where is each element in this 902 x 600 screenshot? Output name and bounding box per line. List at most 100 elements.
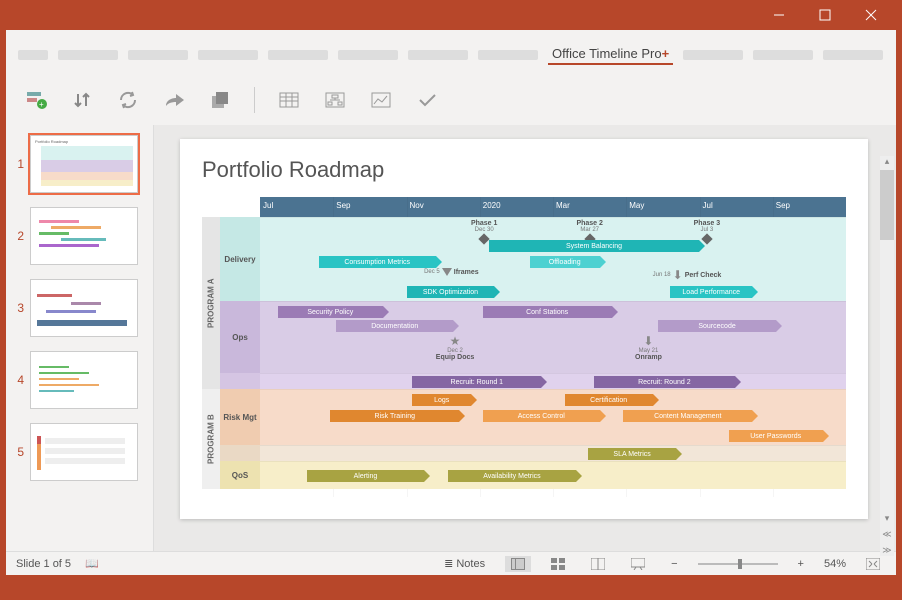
bar-cert: Certification [565, 394, 653, 406]
minimize-button[interactable] [756, 0, 802, 30]
roadmap-chart: PROGRAM A PROGRAM B Delivery Ops Risk Mg… [202, 197, 846, 497]
month-tick: Mar [553, 197, 626, 217]
slide-thumbnails-panel: 1 Portfolio Roadmap 2 3 [6, 125, 154, 551]
svg-text:+: + [39, 100, 44, 109]
program-a-label: PROGRAM A [202, 217, 220, 389]
chart-body: Jul Sep Nov 2020 Mar May Jul Sep [260, 197, 846, 497]
bar-sdk: SDK Optimization [407, 286, 495, 298]
bar-source: Sourcecode [658, 320, 775, 332]
milestone-equipdocs: ★ Dec 2 Equip Docs [436, 334, 475, 361]
slide-canvas[interactable]: Portfolio Roadmap PROGRAM A PROGRAM B De… [154, 125, 896, 551]
program-b-label: PROGRAM B [202, 389, 220, 489]
sync-icon[interactable] [116, 88, 140, 112]
view-slideshow-icon[interactable] [625, 556, 651, 572]
tab-placeholder[interactable] [268, 50, 328, 60]
vertical-scrollbar[interactable]: ▴ ▾ ≪ ≫ [880, 156, 894, 556]
toolbar-separator [254, 87, 255, 113]
close-button[interactable] [848, 0, 894, 30]
tab-office-timeline[interactable]: Office Timeline Pro+ [548, 44, 673, 65]
lane-risk: Logs Certification Risk Training Access … [260, 389, 846, 445]
lane-ops-label: Ops [220, 301, 260, 373]
view-reading-icon[interactable] [585, 556, 611, 572]
thumbnail-5[interactable]: 5 [12, 423, 147, 481]
bar-consumption: Consumption Metrics [319, 256, 436, 268]
thumb-preview [30, 351, 138, 409]
bar-recruit2: Recruit: Round 2 [594, 376, 735, 388]
share-icon[interactable] [162, 88, 186, 112]
month-tick: Sep [333, 197, 406, 217]
tab-placeholder[interactable] [58, 50, 118, 60]
notes-button[interactable]: ≣ Notes [438, 555, 491, 572]
tab-plus-icon: + [662, 46, 670, 61]
tab-placeholder[interactable] [408, 50, 468, 60]
month-tick: Jul [700, 197, 773, 217]
chart-icon[interactable] [369, 88, 393, 112]
milestone-iframes: Dec 5Iframes [424, 268, 479, 276]
zoom-level: 54% [824, 558, 846, 570]
sort-icon[interactable] [70, 88, 94, 112]
new-timeline-icon[interactable]: + [24, 88, 48, 112]
milestone-onramp: ⬇ May 21 Onramp [635, 334, 662, 361]
window-titlebar [0, 0, 902, 30]
thumbnail-4[interactable]: 4 [12, 351, 147, 409]
table-icon[interactable] [277, 88, 301, 112]
thumb-number: 4 [12, 373, 24, 387]
copy-icon[interactable] [208, 88, 232, 112]
month-tick: Nov [407, 197, 480, 217]
scrollbar-thumb[interactable] [880, 170, 894, 240]
bar-system-balancing: System Balancing [489, 240, 700, 252]
lane-delivery: Phase 1 Dec 30 Phase 2 Mar 27 Phase 3 Ju… [260, 217, 846, 301]
month-tick: Jul [260, 197, 333, 217]
month-tick: May [626, 197, 699, 217]
check-icon[interactable] [415, 88, 439, 112]
tab-placeholder[interactable] [823, 50, 883, 60]
bar-passwords: User Passwords [729, 430, 823, 442]
tab-placeholder[interactable] [198, 50, 258, 60]
zoom-in-button[interactable]: + [792, 556, 810, 572]
tab-placeholder[interactable] [128, 50, 188, 60]
bar-risktrain: Risk Training [330, 410, 459, 422]
bar-access: Access Control [483, 410, 600, 422]
tab-placeholder[interactable] [753, 50, 813, 60]
slide-title: Portfolio Roadmap [202, 157, 846, 183]
thumbnail-3[interactable]: 3 [12, 279, 147, 337]
milestone-perfcheck: Jun 18⬇Perf Check [653, 268, 722, 282]
thumb-preview [30, 423, 138, 481]
ribbon-toolbar: + [6, 69, 896, 125]
ribbon-tabs: Office Timeline Pro+ [6, 34, 896, 69]
tab-placeholder[interactable] [18, 50, 48, 60]
slide-position: Slide 1 of 5 [16, 558, 71, 570]
thumbnail-2[interactable]: 2 [12, 207, 147, 265]
thumbnail-1[interactable]: 1 Portfolio Roadmap [12, 135, 147, 193]
thumb-preview: Portfolio Roadmap [30, 135, 138, 193]
lane-qos-label: QoS [220, 461, 260, 489]
bar-logs: Logs [412, 394, 471, 406]
content-area: 1 Portfolio Roadmap 2 3 [6, 125, 896, 551]
lane-qos: Alerting Availability Metrics [260, 461, 846, 489]
statusbar: Slide 1 of 5 📖 ≣ Notes − + 54% [6, 551, 896, 575]
bar-conf: Conf Stations [483, 306, 612, 318]
thumb-number: 2 [12, 229, 24, 243]
tab-placeholder[interactable] [683, 50, 743, 60]
bar-loadperf: Load Performance [670, 286, 752, 298]
bar-offloading: Offloading [530, 256, 600, 268]
zoom-out-button[interactable]: − [665, 556, 683, 572]
bar-availability: Availability Metrics [448, 470, 577, 482]
tab-placeholder[interactable] [338, 50, 398, 60]
lane-ops: Security Policy Conf Stations Documentat… [260, 301, 846, 373]
fit-to-window-icon[interactable] [860, 556, 886, 572]
zoom-slider[interactable] [698, 563, 778, 565]
lane-inter: SLA Metrics [260, 445, 846, 461]
lane-delivery-label: Delivery [220, 217, 260, 301]
bar-security: Security Policy [278, 306, 383, 318]
view-normal-icon[interactable] [505, 556, 531, 572]
lane-recruit: Recruit: Round 1 Recruit: Round 2 [260, 373, 846, 389]
bar-recruit1: Recruit: Round 1 [412, 376, 541, 388]
maximize-button[interactable] [802, 0, 848, 30]
tab-placeholder[interactable] [478, 50, 538, 60]
thumb-preview [30, 279, 138, 337]
view-sorter-icon[interactable] [545, 556, 571, 572]
thumb-preview [30, 207, 138, 265]
hierarchy-icon[interactable] [323, 88, 347, 112]
spellcheck-icon[interactable]: 📖 [85, 557, 99, 570]
